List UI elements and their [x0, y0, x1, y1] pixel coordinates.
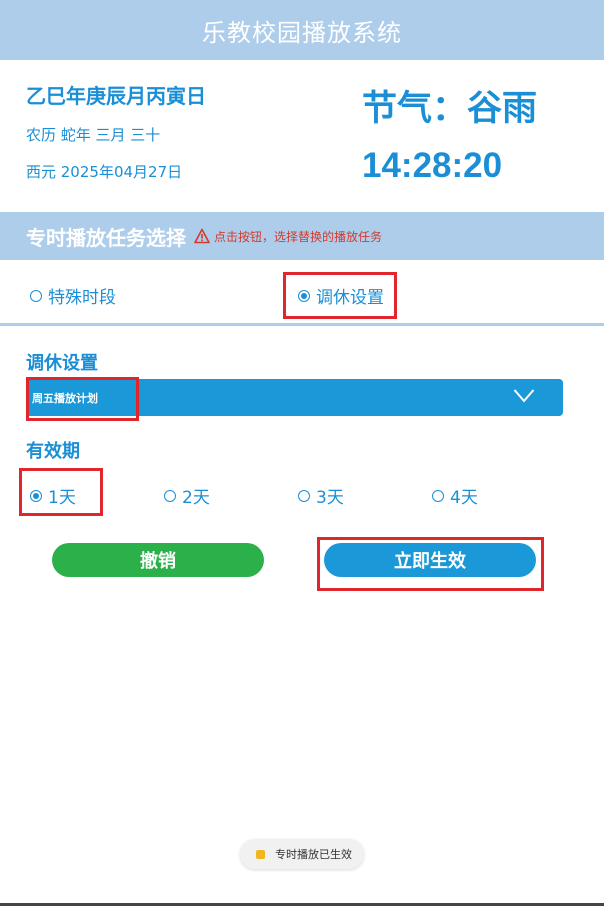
validity-3day-radio[interactable]: 3天: [298, 483, 344, 508]
highlight-mode-adjust: [283, 272, 397, 319]
lunar-date: 农历 蛇年 三月 三十: [26, 126, 161, 144]
ganzhi-date: 乙巳年庚辰月丙寅日: [26, 84, 206, 108]
validity-4day-radio[interactable]: 4天: [432, 483, 478, 508]
highlight-plan-select: [26, 377, 139, 421]
task-selection-bar: 专时播放任务选择 点击按钮，选择替换的播放任务: [0, 212, 604, 260]
validity-label: 有效期: [26, 441, 80, 462]
solar-term: 节气：谷雨: [362, 89, 538, 129]
solar-date: 西元 2025年04月27日: [26, 163, 183, 181]
app-icon: [256, 849, 265, 859]
warning-icon: [194, 228, 210, 244]
radio-unchecked-icon: [30, 289, 42, 302]
section-title: 专时播放任务选择: [26, 225, 186, 250]
radio-unchecked-icon: [432, 489, 444, 502]
app-header: 乐教校园播放系统: [0, 0, 604, 60]
cancel-button[interactable]: 撤销: [52, 543, 264, 577]
app-title: 乐教校园播放系统: [202, 18, 402, 47]
mode-special-label: 特殊时段: [48, 288, 116, 308]
validity-2day-label: 2天: [182, 488, 210, 508]
radio-unchecked-icon: [164, 489, 176, 502]
radio-unchecked-icon: [298, 489, 310, 502]
chevron-down-icon: [513, 389, 535, 403]
mode-special-radio[interactable]: 特殊时段: [30, 283, 116, 308]
adjust-label: 调休设置: [26, 353, 98, 374]
section-hint: 点击按钮，选择替换的播放任务: [214, 229, 383, 244]
validity-2day-radio[interactable]: 2天: [164, 483, 210, 508]
toast: 专时播放已生效: [240, 839, 364, 869]
validity-4day-label: 4天: [450, 488, 478, 508]
clock: 14:28:20: [362, 146, 503, 185]
highlight-apply-button: [317, 537, 544, 591]
toast-text: 专时播放已生效: [275, 848, 352, 861]
validity-3day-label: 3天: [316, 488, 344, 508]
divider: [0, 323, 604, 326]
highlight-validity-1day: [19, 468, 103, 516]
